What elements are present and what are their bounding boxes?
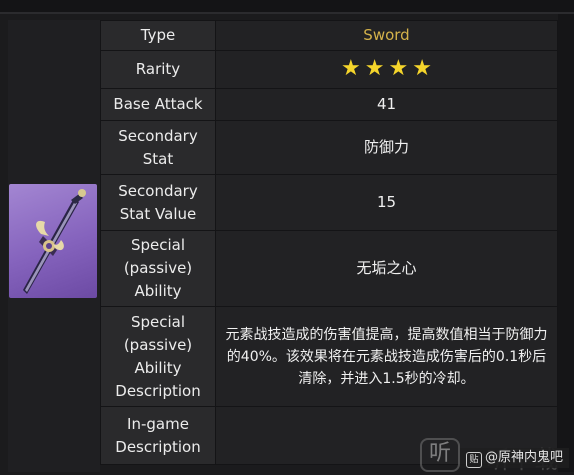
row-passive: Special (passive) Ability 无垢之心 [100,230,558,307]
attribution-badge: 贴 @原神内鬼吧 [460,448,570,468]
base-attack-label: Base Attack [100,88,216,121]
secondary-stat-label: Secondary Stat [100,120,216,175]
row-rarity: Rarity ★ ★ ★ ★ [100,50,558,89]
rarity-stars: ★ ★ ★ ★ [341,55,432,81]
tieba-icon: 贴 [466,452,482,468]
base-attack-value: 41 [215,88,558,121]
star-icon: ★ [364,55,385,81]
rarity-value: ★ ★ ★ ★ [215,50,558,89]
weapon-info-table: Type Sword Rarity ★ ★ ★ ★ Base Attack 41 Se… [100,20,558,465]
star-icon: ★ [388,55,409,81]
attribution-text: @原神内鬼吧 [485,450,564,465]
scroll-edge [558,14,574,472]
row-type: Type Sword [100,20,558,51]
type-value: Sword [215,20,558,51]
secondary-stat-value-label: Secondary Stat Value [100,174,216,231]
passive-desc-label: Special (passive) Ability Description [100,306,216,407]
row-base-attack: Base Attack 41 [100,88,558,121]
top-divider [0,12,574,14]
row-secondary-stat: Secondary Stat 防御力 [100,120,558,175]
star-icon: ★ [412,55,432,81]
sword-weapon-image [9,184,97,298]
star-icon: ★ [341,55,361,81]
rarity-label: Rarity [100,50,216,89]
ingame-desc-label: In-game Description [100,406,216,465]
passive-value: 无垢之心 [215,230,558,307]
secondary-stat-value-number: 15 [215,174,558,231]
passive-label: Special (passive) Ability [100,230,216,307]
row-secondary-stat-value: Secondary Stat Value 15 [100,174,558,231]
passive-desc-value: 元素战技造成的伤害值提高，提高数值相当于防御力的40%。该效果将在元素战技造成伤… [215,306,558,407]
watermark-logo-icon: 听 [420,438,460,472]
secondary-stat-value: 防御力 [215,120,558,175]
type-label: Type [100,20,216,51]
row-passive-description: Special (passive) Ability Description 元素… [100,306,558,407]
